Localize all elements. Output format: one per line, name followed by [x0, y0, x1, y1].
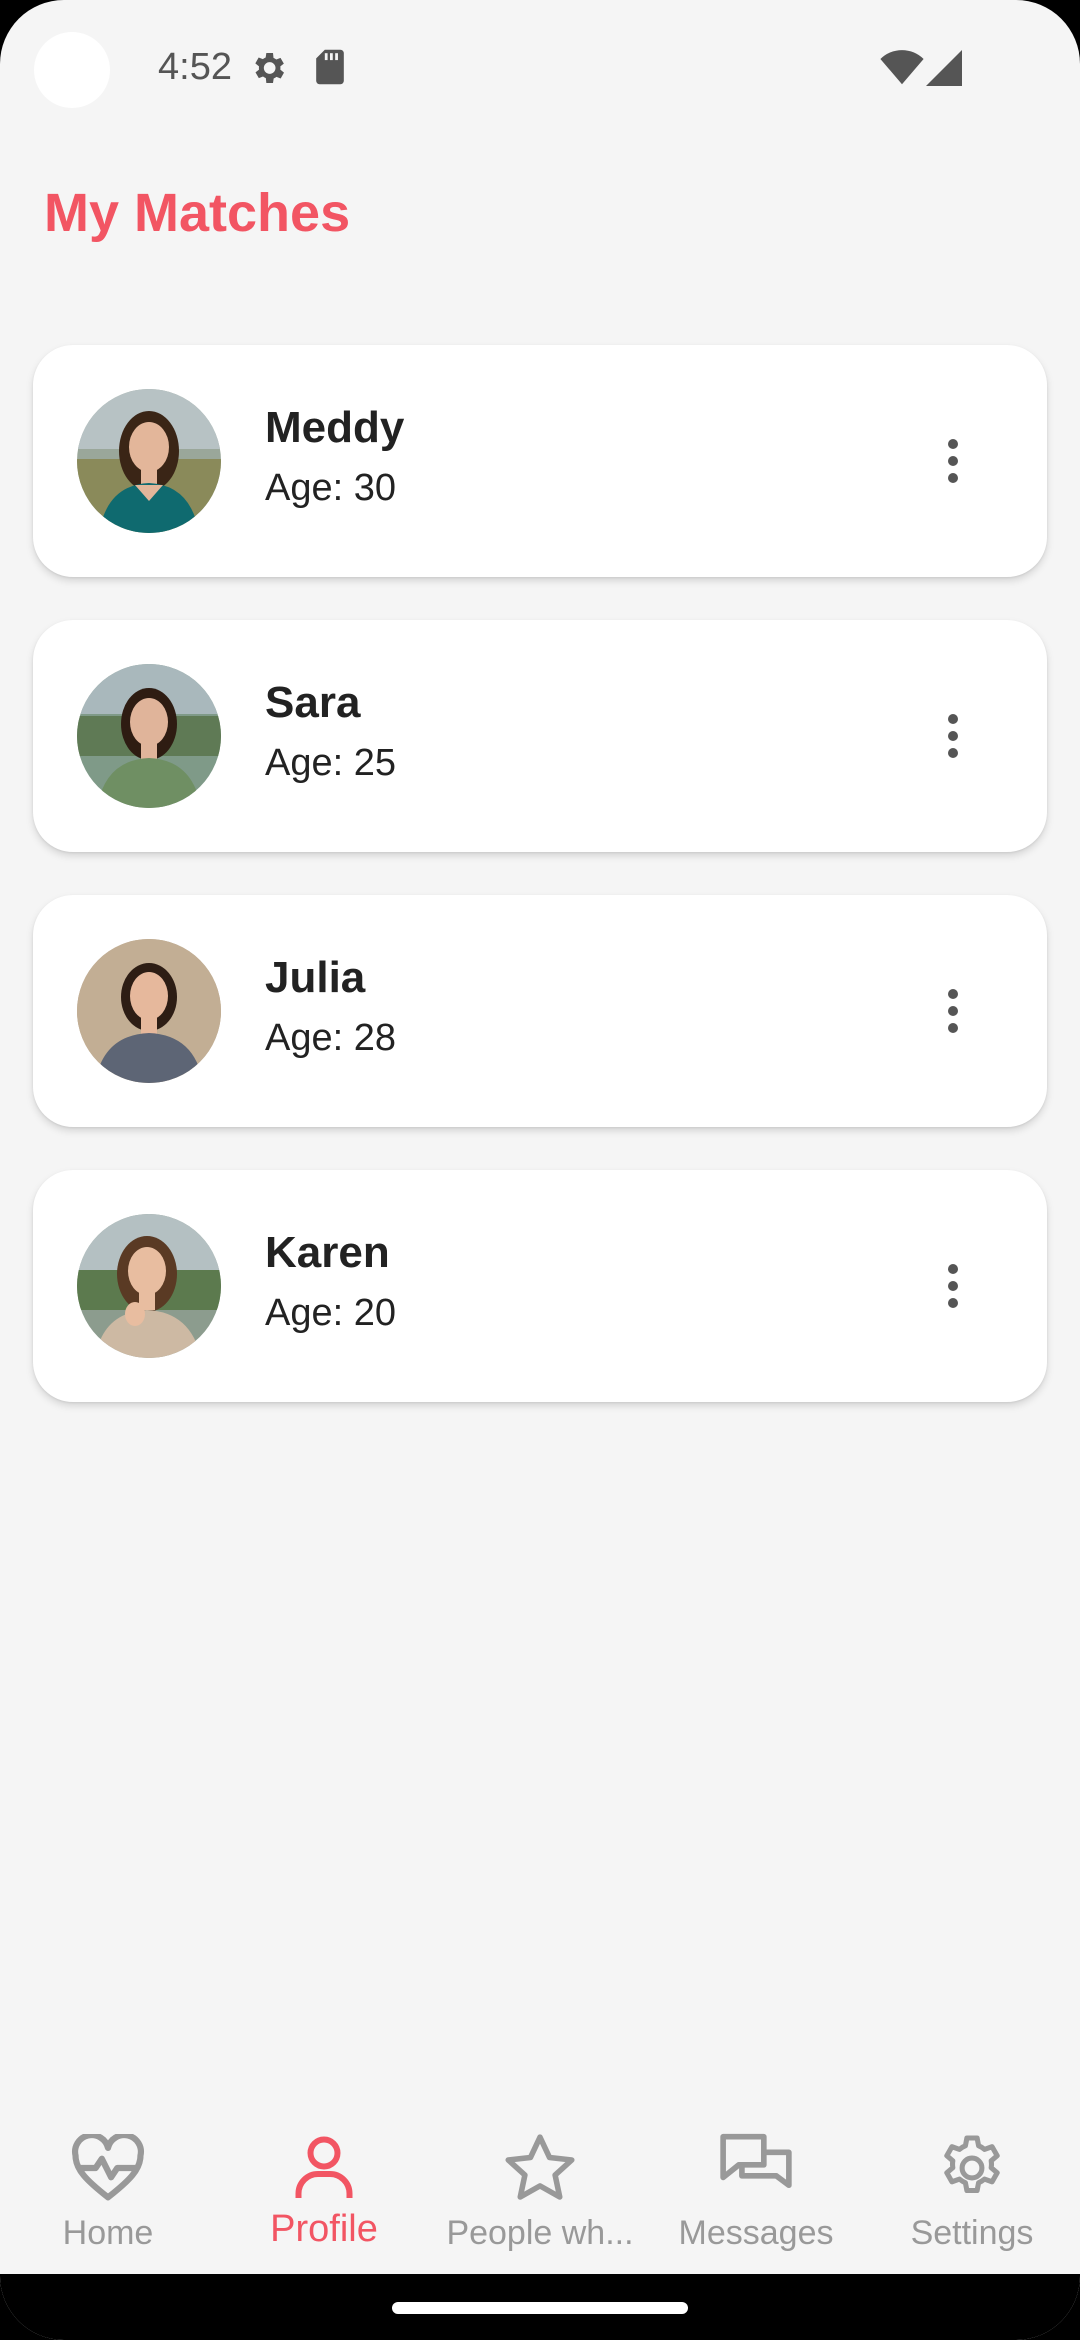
match-age: Age: 20	[265, 1292, 396, 1334]
star-icon	[503, 2128, 577, 2208]
more-vert-icon	[948, 989, 958, 1033]
match-age: Age: 28	[265, 1017, 396, 1059]
home-indicator[interactable]	[392, 2302, 688, 2314]
status-time: 4:52	[158, 46, 232, 88]
avatar[interactable]	[77, 939, 221, 1083]
match-card[interactable]: Karen Age: 20	[33, 1170, 1047, 1402]
status-bar: 4:52	[0, 0, 1080, 140]
nav-item-settings[interactable]: Settings	[864, 2094, 1080, 2274]
match-age: Age: 25	[265, 742, 396, 784]
more-vert-icon	[948, 439, 958, 483]
avatar[interactable]	[77, 1214, 221, 1358]
more-options-button[interactable]	[913, 971, 993, 1051]
cell-signal-icon	[926, 50, 962, 91]
wifi-icon	[880, 50, 924, 91]
app-screen: 4:52 My Matches Meddy Age: 30 Sara Age: …	[0, 0, 1080, 2340]
match-name: Julia	[265, 953, 366, 1002]
avatar[interactable]	[77, 389, 221, 533]
camera-cutout	[34, 32, 110, 108]
page-title: My Matches	[44, 183, 351, 243]
nav-label: Home	[62, 2214, 154, 2252]
match-age: Age: 30	[265, 467, 396, 509]
nav-label: Settings	[910, 2214, 1034, 2252]
more-vert-icon	[948, 714, 958, 758]
nav-label: Messages	[678, 2214, 834, 2252]
match-name: Meddy	[265, 403, 405, 452]
nav-item-messages[interactable]: Messages	[648, 2094, 864, 2274]
chat-bubbles-icon	[718, 2128, 794, 2208]
match-name: Sara	[265, 678, 361, 727]
heart-pulse-icon	[70, 2128, 146, 2208]
settings-gear-icon	[248, 48, 288, 93]
more-vert-icon	[948, 1264, 958, 1308]
person-icon	[294, 2128, 354, 2208]
bottom-navigation: Home Profile People wh... Messages Setti…	[0, 2094, 1080, 2274]
nav-label: Profile	[270, 2208, 378, 2250]
match-card[interactable]: Sara Age: 25	[33, 620, 1047, 852]
gear-icon	[936, 2128, 1008, 2208]
nav-item-home[interactable]: Home	[0, 2094, 216, 2274]
nav-label: People wh...	[446, 2214, 634, 2252]
more-options-button[interactable]	[913, 421, 993, 501]
more-options-button[interactable]	[913, 1246, 993, 1326]
match-name: Karen	[265, 1228, 390, 1277]
nav-item-people-who-liked[interactable]: People wh...	[432, 2094, 648, 2274]
more-options-button[interactable]	[913, 696, 993, 776]
match-card[interactable]: Julia Age: 28	[33, 895, 1047, 1127]
nav-item-profile[interactable]: Profile	[216, 2094, 432, 2274]
sd-card-icon	[312, 48, 348, 91]
avatar[interactable]	[77, 664, 221, 808]
match-card[interactable]: Meddy Age: 30	[33, 345, 1047, 577]
